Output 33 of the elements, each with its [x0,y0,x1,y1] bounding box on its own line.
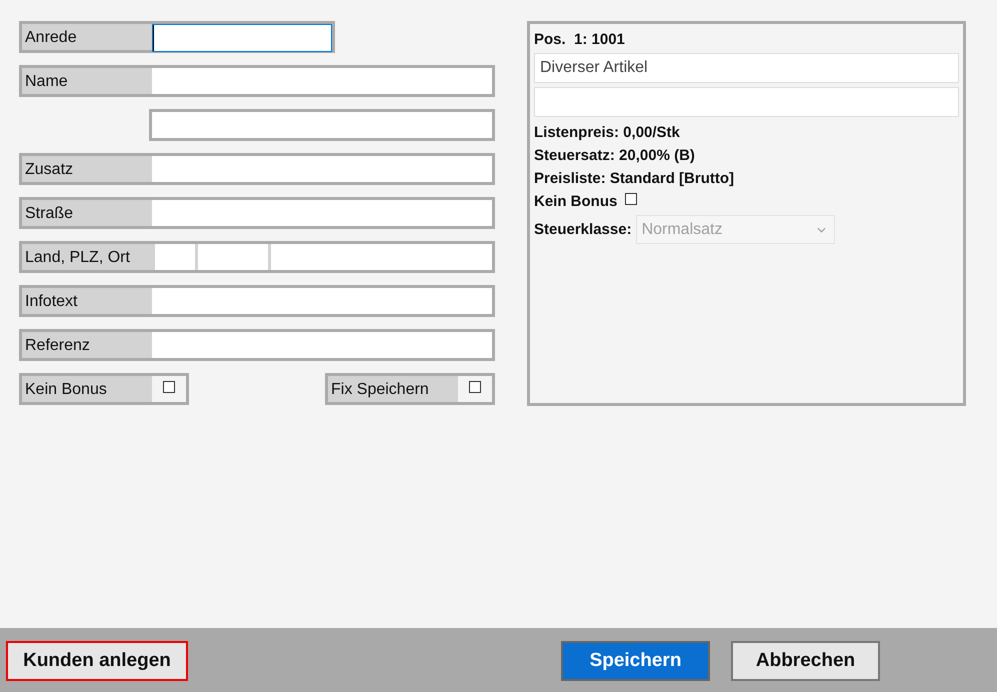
field-label: Zusatz [24,160,74,180]
field-label: Name [24,72,69,92]
checkbox-label: Fix Speichern [330,380,430,400]
input-field[interactable] [152,332,492,358]
info-text: Preisliste: Standard [Brutto] [534,169,734,189]
checkbox[interactable] [163,381,175,393]
input-field[interactable] [152,156,492,182]
field-label: Anrede [24,28,78,48]
field-label: Straße [24,204,74,224]
field-label: Infotext [24,292,78,312]
field-label: Steuerklasse: [534,220,632,240]
input-field[interactable] [152,24,332,52]
checkbox-label: Kein Bonus [534,192,618,212]
info-text: Steuersatz: 20,00% (B) [534,146,695,166]
position-title: Pos. 1: 1001 [534,31,625,48]
input-field[interactable]: Diverser Artikel [534,53,959,83]
input-field[interactable] [152,112,492,138]
input-field[interactable] [152,288,492,314]
input-field[interactable] [152,200,492,226]
footer-button[interactable]: Kunden anlegen [6,641,188,681]
field-label: Land, PLZ, Ort [24,248,131,268]
chevron-down-icon [816,226,826,232]
checkbox[interactable] [469,381,481,393]
checkbox[interactable] [625,192,638,204]
footer-button[interactable]: Abbrechen [731,641,880,681]
field-label: Referenz [24,336,91,356]
info-text: Listenpreis: 0,00/Stk [534,123,680,143]
input-field[interactable] [198,244,268,270]
input-field[interactable] [271,244,492,270]
checkbox-label: Kein Bonus [24,380,108,400]
input-field[interactable] [155,244,195,270]
input-field[interactable] [152,68,492,94]
footer-button[interactable]: Speichern [561,641,710,681]
